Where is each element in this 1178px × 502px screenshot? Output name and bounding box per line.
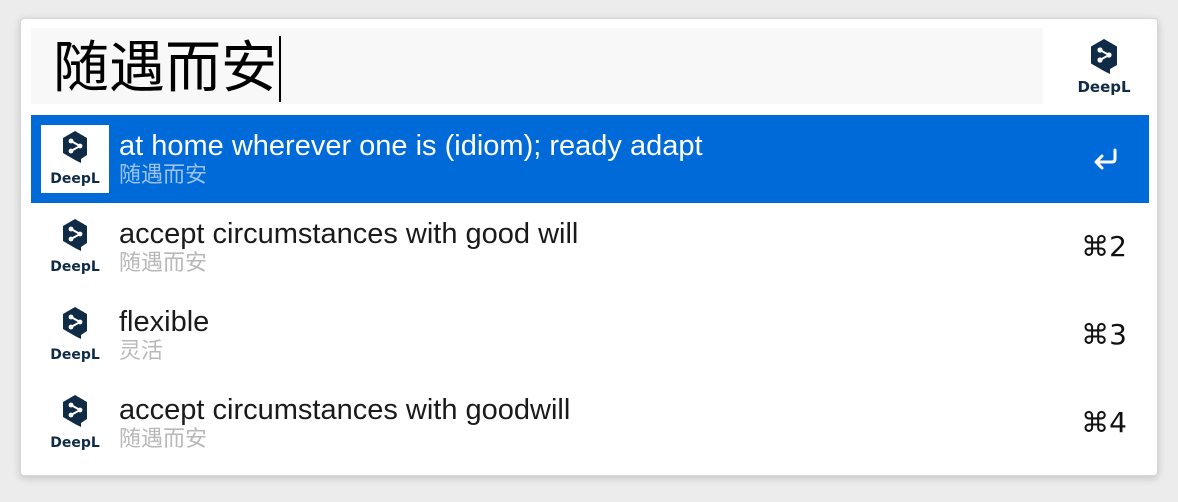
result-title: flexible — [119, 306, 210, 338]
shortcut-label: ⌘2 — [1081, 230, 1127, 263]
result-row-4[interactable]: DeepL accept circumstances with goodwill… — [31, 379, 1149, 467]
result-row-3[interactable]: DeepL flexible 灵活 ⌘3 — [31, 291, 1149, 379]
result-title: accept circumstances with good will — [119, 218, 579, 250]
search-query-value: 随遇而安 — [53, 36, 277, 101]
shortcut-label: ⌘3 — [1081, 318, 1127, 351]
svg-text:DeepL: DeepL — [50, 347, 100, 363]
result-subtitle: 随遇而安 — [119, 163, 208, 188]
header-logo-text: DeepL — [1077, 78, 1131, 96]
return-icon — [1091, 147, 1119, 176]
svg-text:DeepL: DeepL — [50, 259, 100, 275]
search-input[interactable]: 随遇而安 — [31, 28, 1043, 104]
result-subtitle: 随遇而安 — [119, 427, 208, 452]
deepl-icon: DeepL — [41, 389, 109, 457]
text-caret — [279, 36, 281, 102]
search-query-text: 随遇而安 — [53, 36, 281, 102]
svg-text:DeepL: DeepL — [50, 171, 100, 187]
shortcut-label: ⌘4 — [1081, 406, 1127, 439]
results-list: DeepL at home wherever one is (idiom); r… — [31, 115, 1149, 467]
result-title: at home wherever one is (idiom); ready a… — [119, 130, 703, 162]
deepl-icon: DeepL — [41, 125, 109, 193]
result-title: accept circumstances with goodwill — [119, 394, 571, 426]
svg-text:DeepL: DeepL — [50, 435, 100, 451]
result-subtitle: 随遇而安 — [119, 251, 208, 276]
result-subtitle: 灵活 — [119, 339, 164, 364]
deepl-icon: DeepL — [41, 301, 109, 369]
deepl-logo-icon: DeepL — [1068, 37, 1140, 102]
launcher-window: 随遇而安 DeepL DeepL at home wherever one is… — [20, 18, 1158, 476]
result-row-2[interactable]: DeepL accept circumstances with good wil… — [31, 203, 1149, 291]
result-row-1[interactable]: DeepL at home wherever one is (idiom); r… — [31, 115, 1149, 203]
deepl-icon: DeepL — [41, 213, 109, 281]
